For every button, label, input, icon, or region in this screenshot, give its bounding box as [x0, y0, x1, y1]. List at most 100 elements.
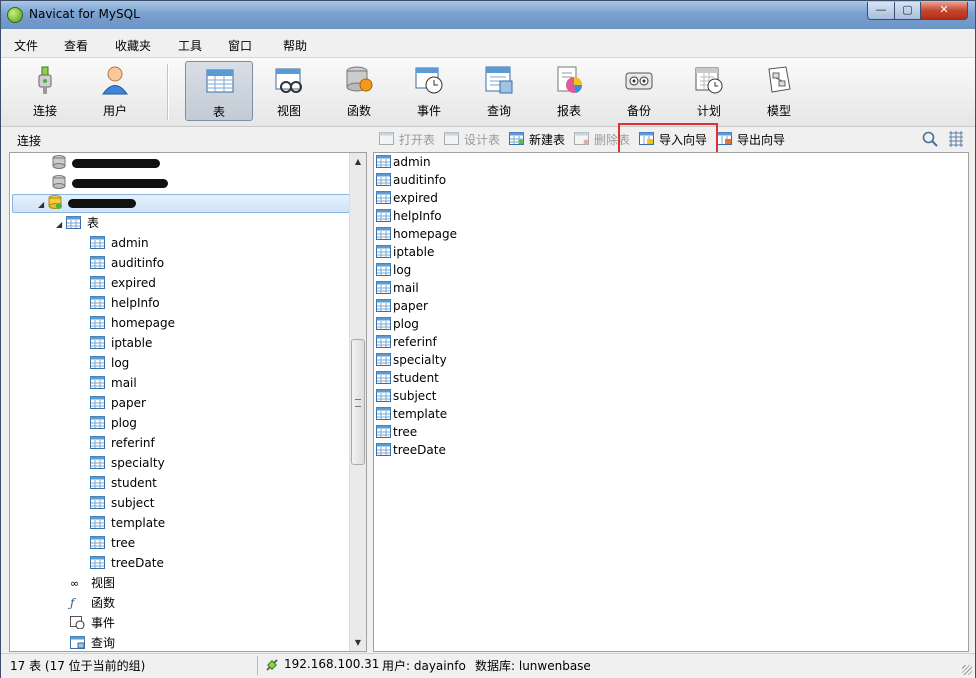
- connection-node-1[interactable]: [52, 153, 160, 173]
- object-list-item[interactable]: homepage: [376, 225, 457, 243]
- object-list-item[interactable]: iptable: [376, 243, 434, 261]
- tree-table-item[interactable]: treeDate: [90, 553, 164, 573]
- views-node[interactable]: ∞ 视图: [70, 573, 115, 593]
- design-table-button[interactable]: 设计表: [444, 131, 500, 147]
- tree-table-item[interactable]: homepage: [90, 313, 175, 333]
- tree-table-item[interactable]: tree: [90, 533, 135, 553]
- tree-table-item[interactable]: student: [90, 473, 157, 493]
- tree-table-label: treeDate: [111, 556, 164, 570]
- open-table-icon: [379, 132, 394, 145]
- table-icon: [90, 296, 105, 309]
- tree-scrollbar[interactable]: ▲ ▼: [349, 153, 366, 651]
- events-node[interactable]: 事件: [70, 613, 115, 633]
- model-label: 模型: [766, 104, 791, 118]
- object-list-item[interactable]: subject: [376, 387, 437, 405]
- connection-icon: [52, 155, 66, 169]
- navigation-tree: ◢ ◢ 表 admin auditinfo expired helpInfo homepa…: [9, 152, 367, 652]
- menu-window[interactable]: 窗口: [228, 37, 252, 54]
- connect-button[interactable]: 连接: [11, 61, 79, 121]
- views-button[interactable]: 视图: [255, 61, 323, 121]
- table-icon: [90, 396, 105, 409]
- object-list-label: iptable: [393, 245, 435, 259]
- scroll-thumb[interactable]: [351, 339, 365, 465]
- object-list-item[interactable]: referinf: [376, 333, 437, 351]
- search-icon[interactable]: [922, 131, 938, 147]
- object-list-item[interactable]: specialty: [376, 351, 447, 369]
- database-node[interactable]: ◢: [38, 193, 136, 213]
- query-label: 查询: [486, 104, 511, 118]
- object-list-item[interactable]: treeDate: [376, 441, 446, 459]
- object-list-item[interactable]: admin: [376, 153, 431, 171]
- tree-table-item[interactable]: log: [90, 353, 129, 373]
- export-wizard-button[interactable]: 导出向导: [717, 131, 785, 147]
- tree-table-label: expired: [111, 276, 156, 290]
- object-list-item[interactable]: mail: [376, 279, 419, 297]
- open-table-button[interactable]: 打开表: [379, 131, 435, 147]
- menu-tools[interactable]: 工具: [178, 37, 202, 54]
- menu-favorites[interactable]: 收藏夹: [115, 37, 151, 54]
- connection-node-2[interactable]: [52, 173, 168, 193]
- report-button[interactable]: 报表: [535, 61, 603, 121]
- table-icon: [206, 69, 234, 93]
- object-list-label: mail: [393, 281, 419, 295]
- query-icon: [485, 66, 513, 94]
- tree-table-item[interactable]: iptable: [90, 333, 152, 353]
- resize-grip[interactable]: [962, 665, 972, 675]
- object-list-item[interactable]: template: [376, 405, 447, 423]
- tables-node[interactable]: ◢ 表: [56, 213, 99, 233]
- functions-button[interactable]: 函数: [325, 61, 393, 121]
- tree-table-item[interactable]: subject: [90, 493, 155, 513]
- plug-icon: [38, 66, 52, 94]
- tree-table-item[interactable]: expired: [90, 273, 156, 293]
- backup-button[interactable]: 备份: [605, 61, 673, 121]
- tables-button[interactable]: 表: [185, 61, 253, 121]
- tree-table-item[interactable]: helpInfo: [90, 293, 160, 313]
- tree-table-label: tree: [111, 536, 136, 550]
- events-button[interactable]: 事件: [395, 61, 463, 121]
- export-wizard-label: 导出向导: [737, 133, 786, 147]
- tree-table-item[interactable]: mail: [90, 373, 137, 393]
- connection-status-icon: [266, 659, 278, 671]
- new-table-button[interactable]: 新建表: [509, 131, 565, 147]
- functions-node[interactable]: ƒ 函数: [70, 593, 115, 613]
- collapse-arrow-icon[interactable]: ◢: [38, 195, 48, 215]
- collapse-arrow-icon[interactable]: ◢: [56, 215, 66, 235]
- tree-table-item[interactable]: specialty: [90, 453, 165, 473]
- menu-view[interactable]: 查看: [64, 37, 88, 54]
- close-button[interactable]: ✕: [920, 2, 968, 20]
- maximize-button[interactable]: ▢: [894, 2, 921, 20]
- table-icon: [90, 556, 105, 569]
- object-list-item[interactable]: helpInfo: [376, 207, 442, 225]
- object-list-item[interactable]: log: [376, 261, 411, 279]
- model-button[interactable]: 模型: [745, 61, 813, 121]
- menu-help[interactable]: 帮助: [283, 37, 307, 54]
- table-icon: [376, 335, 391, 348]
- object-list-item[interactable]: plog: [376, 315, 419, 333]
- menu-file[interactable]: 文件: [14, 37, 38, 54]
- queries-node[interactable]: 查询: [70, 633, 115, 651]
- object-list-label: helpInfo: [393, 209, 442, 223]
- tree-table-item[interactable]: auditinfo: [90, 253, 164, 273]
- schedule-button[interactable]: 计划: [675, 61, 743, 121]
- tree-table-item[interactable]: plog: [90, 413, 137, 433]
- grid-view-icon[interactable]: [948, 131, 964, 147]
- tree-table-item[interactable]: paper: [90, 393, 146, 413]
- tree-table-label: admin: [111, 236, 149, 250]
- tree-table-label: auditinfo: [111, 256, 165, 270]
- tree-table-item[interactable]: admin: [90, 233, 149, 253]
- scroll-down-arrow-icon[interactable]: ▼: [350, 634, 366, 651]
- object-list-item[interactable]: student: [376, 369, 439, 387]
- object-list-item[interactable]: expired: [376, 189, 438, 207]
- schedule-icon: [695, 67, 723, 94]
- object-list-item[interactable]: tree: [376, 423, 417, 441]
- tree-table-item[interactable]: referinf: [90, 433, 155, 453]
- query-button[interactable]: 查询: [465, 61, 533, 121]
- object-toolbar: 连接 打开表 设计表 新建表 删除表 导入向导 导出向导: [1, 127, 975, 151]
- table-icon: [90, 436, 105, 449]
- object-list-item[interactable]: auditinfo: [376, 171, 446, 189]
- object-list-item[interactable]: paper: [376, 297, 428, 315]
- minimize-button[interactable]: —: [867, 2, 895, 20]
- scroll-up-arrow-icon[interactable]: ▲: [350, 153, 366, 170]
- tree-table-item[interactable]: template: [90, 513, 165, 533]
- user-button[interactable]: 用户: [81, 61, 149, 121]
